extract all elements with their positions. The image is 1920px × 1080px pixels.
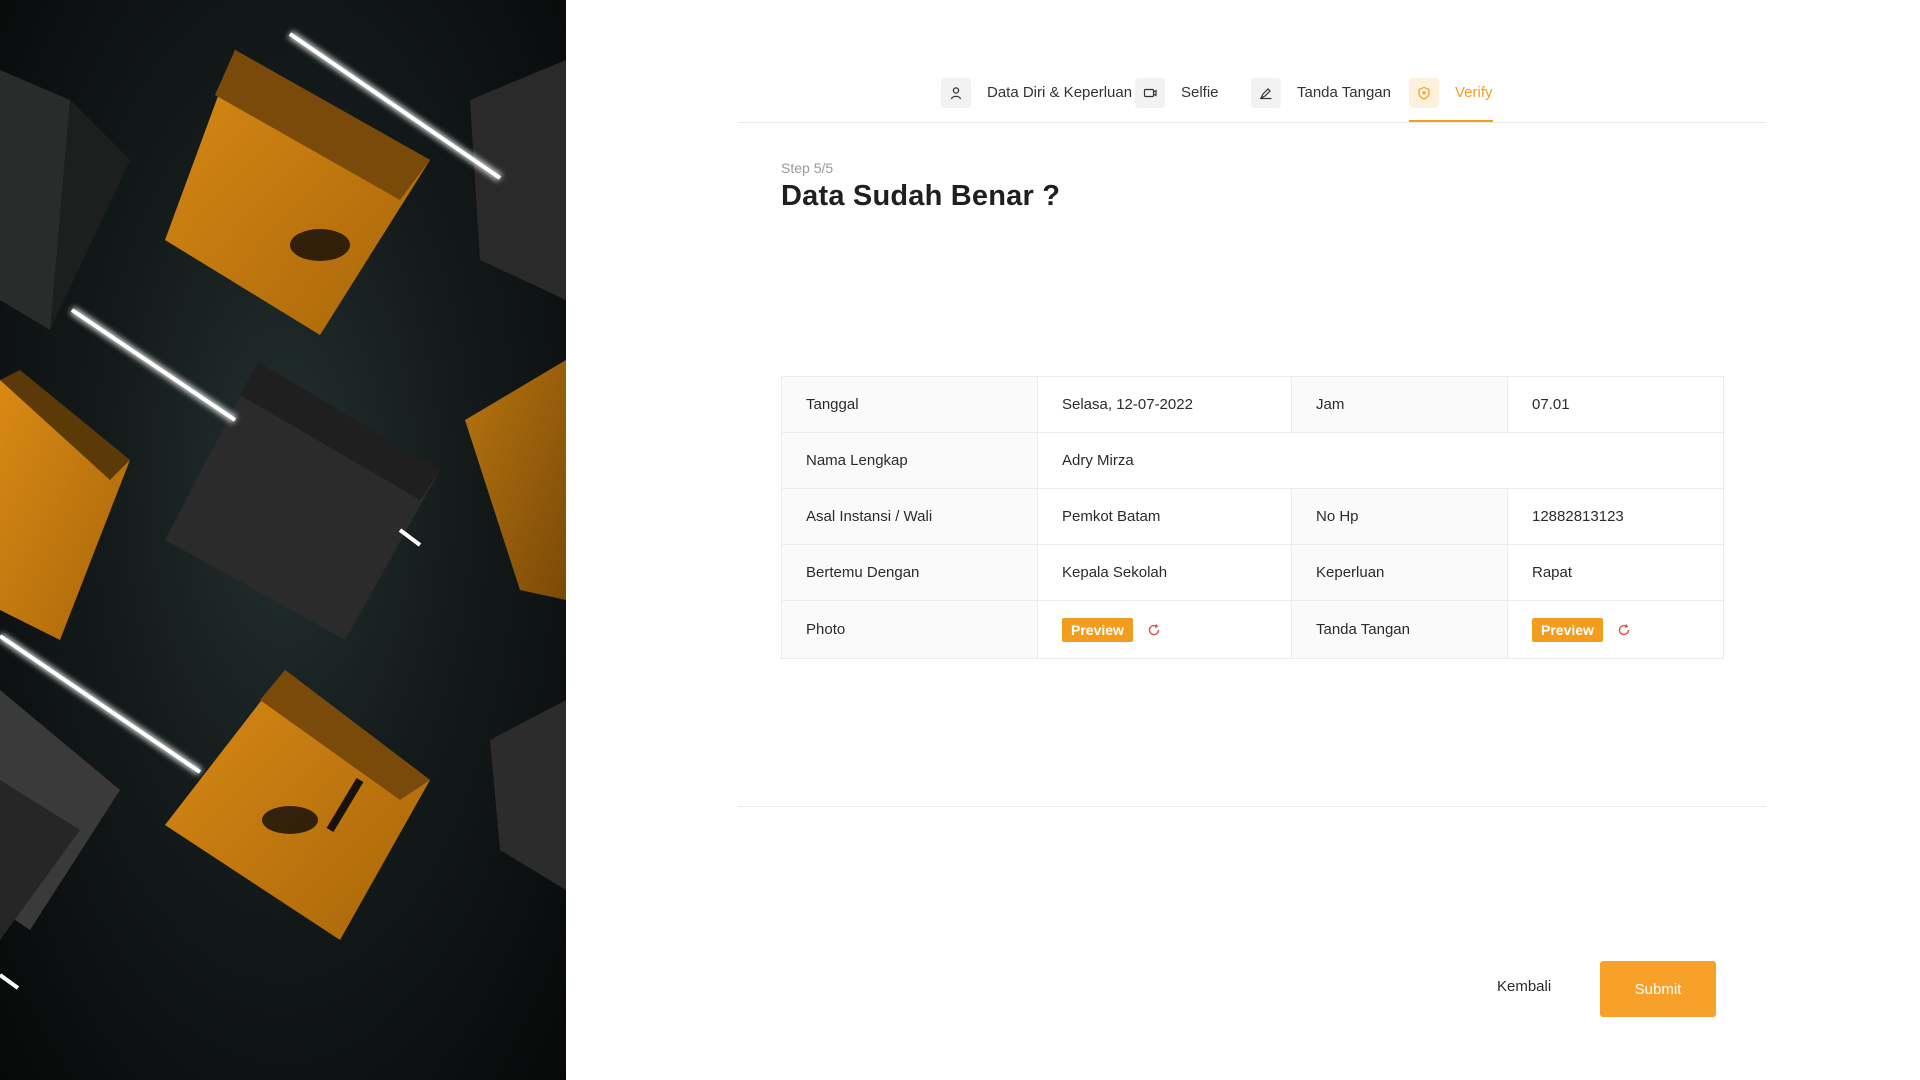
- footer-divider: [738, 806, 1766, 807]
- table-row: Nama Lengkap Adry Mirza: [782, 433, 1723, 489]
- tanggal-label: Tanggal: [782, 377, 1038, 432]
- photo-label: Photo: [782, 601, 1038, 658]
- keperluan-label: Keperluan: [1292, 545, 1508, 600]
- photo-retake-refresh-icon[interactable]: [1147, 623, 1161, 637]
- table-row: Asal Instansi / Wali Pemkot Batam No Hp …: [782, 489, 1723, 545]
- ttd-label: Tanda Tangan: [1292, 601, 1508, 658]
- step-label: Verify: [1455, 84, 1493, 101]
- hp-label: No Hp: [1292, 489, 1508, 544]
- submit-button[interactable]: Submit: [1600, 961, 1716, 1017]
- bertemu-value: Kepala Sekolah: [1038, 545, 1292, 600]
- photo-preview-button[interactable]: Preview: [1062, 617, 1133, 642]
- hp-value: 12882813123: [1532, 508, 1624, 525]
- table-row: Photo Preview Tanda Tangan Preview: [782, 601, 1723, 658]
- keperluan-value: Rapat: [1532, 564, 1573, 581]
- step-tanda-tangan[interactable]: Tanda Tangan: [1251, 78, 1391, 122]
- table-row: Tanggal Selasa, 12-07-2022 Jam 07.01: [782, 377, 1723, 433]
- signature-redo-refresh-icon[interactable]: [1617, 623, 1631, 637]
- step-verify[interactable]: Verify: [1409, 78, 1493, 122]
- hero-background-image: [0, 0, 566, 1080]
- table-row: Bertemu Dengan Kepala Sekolah Keperluan …: [782, 545, 1723, 601]
- tanggal-value: Selasa, 12-07-2022: [1038, 377, 1292, 432]
- pen-icon: [1251, 78, 1281, 108]
- instansi-value: Pemkot Batam: [1038, 489, 1292, 544]
- shield-icon: [1409, 78, 1439, 108]
- page-title: Data Sudah Benar ?: [781, 180, 1061, 212]
- ttd-actions: Preview: [1508, 601, 1723, 658]
- boxes-illustration: [0, 30, 566, 990]
- photo-actions: Preview: [1038, 601, 1292, 658]
- back-button[interactable]: Kembali: [1491, 977, 1557, 996]
- form-panel: Data Diri & Keperluan Selfie Tanda Tanga…: [566, 0, 1920, 1080]
- instansi-label: Asal Instansi / Wali: [782, 489, 1038, 544]
- jam-value: 07.01: [1532, 396, 1570, 413]
- bertemu-label: Bertemu Dengan: [782, 545, 1038, 600]
- signature-preview-button[interactable]: Preview: [1532, 617, 1603, 642]
- summary-table: Tanggal Selasa, 12-07-2022 Jam 07.01 Nam…: [781, 376, 1724, 659]
- user-icon: [941, 78, 971, 108]
- nama-value: Adry Mirza: [1062, 452, 1134, 469]
- stepper: Data Diri & Keperluan Selfie Tanda Tanga…: [738, 0, 1766, 123]
- nama-label: Nama Lengkap: [782, 433, 1038, 488]
- step-label: Selfie: [1181, 84, 1219, 101]
- step-data-diri[interactable]: Data Diri & Keperluan: [941, 78, 1132, 122]
- step-label: Data Diri & Keperluan: [987, 84, 1133, 101]
- step-count: Step 5/5: [781, 160, 834, 176]
- step-selfie[interactable]: Selfie: [1135, 78, 1219, 122]
- step-label: Tanda Tangan: [1297, 84, 1391, 101]
- jam-label: Jam: [1292, 377, 1508, 432]
- camera-icon: [1135, 78, 1165, 108]
